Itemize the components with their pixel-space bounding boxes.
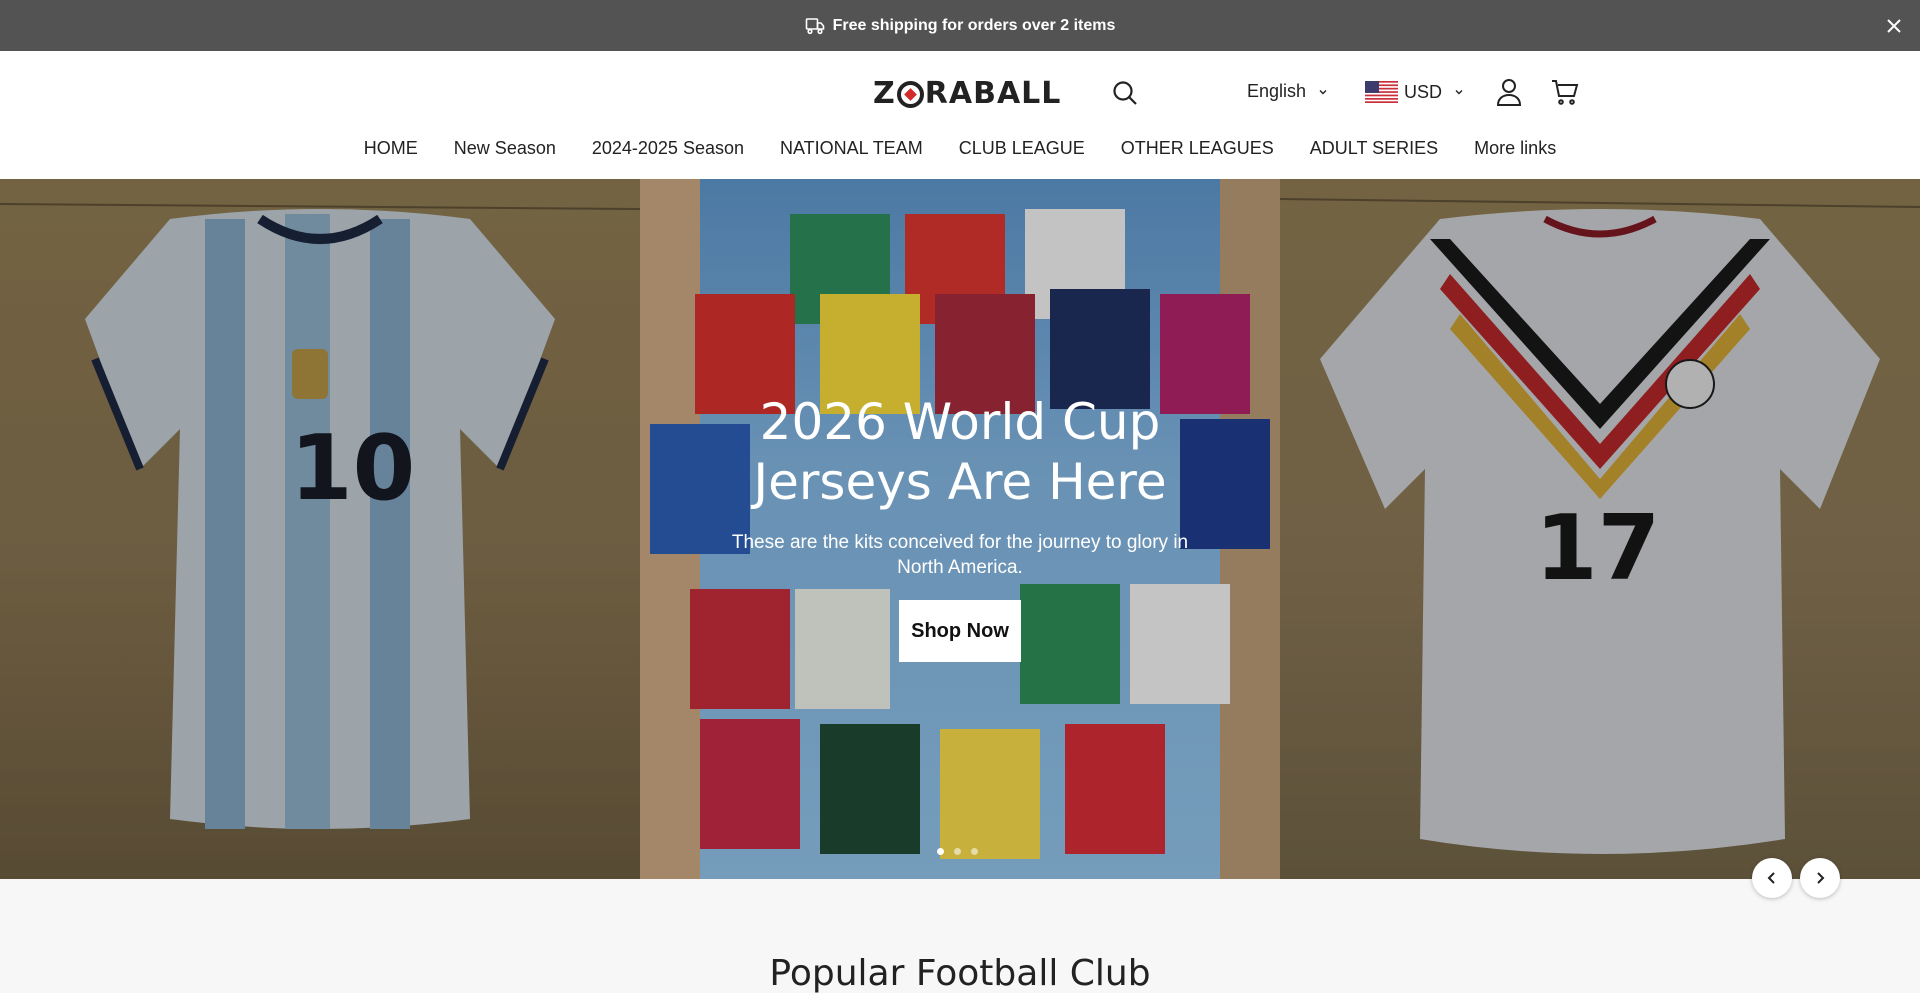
site-header: Z RABALL English USD HOME New Season 202… bbox=[0, 51, 1920, 179]
currency-selector[interactable]: USD bbox=[1365, 81, 1464, 103]
us-flag-icon bbox=[1365, 81, 1398, 103]
nav-item-2024-2025-season[interactable]: 2024-2025 Season bbox=[574, 138, 762, 159]
hero-title-line2: Jerseys Are Here bbox=[753, 453, 1167, 511]
logo-ball-icon bbox=[896, 80, 924, 108]
close-icon[interactable] bbox=[1882, 14, 1906, 38]
chevron-right-icon bbox=[1817, 872, 1825, 884]
hero-banner: 10 17 2026 World Cup Jerseys Are Here Th… bbox=[0, 179, 1920, 879]
cart-icon[interactable] bbox=[1550, 77, 1580, 107]
language-selector[interactable]: English bbox=[1247, 81, 1328, 102]
chevron-down-icon bbox=[1318, 87, 1328, 97]
hero-title-line1: 2026 World Cup bbox=[759, 393, 1161, 451]
main-nav: HOME New Season 2024-2025 Season NATIONA… bbox=[0, 138, 1920, 159]
slider-dot-1[interactable] bbox=[937, 848, 944, 855]
hero-content: 2026 World Cup Jerseys Are Here These ar… bbox=[640, 392, 1280, 662]
nav-item-new-season[interactable]: New Season bbox=[436, 138, 574, 159]
language-label: English bbox=[1247, 81, 1307, 101]
hero-image-right: 17 bbox=[1280, 179, 1920, 879]
nav-item-club-league[interactable]: CLUB LEAGUE bbox=[941, 138, 1103, 159]
nav-item-national-team[interactable]: NATIONAL TEAM bbox=[762, 138, 941, 159]
nav-item-adult-series[interactable]: ADULT SERIES bbox=[1292, 138, 1456, 159]
logo-text-end: RABALL bbox=[924, 75, 1062, 111]
shop-now-button[interactable]: Shop Now bbox=[899, 600, 1021, 662]
slider-dot-2[interactable] bbox=[954, 848, 961, 855]
hero-image-left: 10 bbox=[0, 179, 640, 879]
hero-title: 2026 World Cup Jerseys Are Here bbox=[640, 392, 1280, 512]
slider-dot-3[interactable] bbox=[971, 848, 978, 855]
section-title: Popular Football Club bbox=[769, 953, 1151, 993]
announcement-bar: Free shipping for orders over 2 items bbox=[0, 0, 1920, 51]
nav-item-other-leagues[interactable]: OTHER LEAGUES bbox=[1103, 138, 1292, 159]
currency-label: USD bbox=[1404, 81, 1443, 102]
hero-subtitle: These are the kits conceived for the jou… bbox=[731, 532, 1189, 578]
nav-item-home[interactable]: HOME bbox=[346, 138, 436, 159]
truck-icon bbox=[805, 17, 825, 35]
site-logo[interactable]: Z RABALL bbox=[873, 75, 1061, 111]
nav-item-more-links[interactable]: More links bbox=[1456, 138, 1574, 159]
chevron-left-icon bbox=[1767, 872, 1775, 884]
chevron-down-icon bbox=[1454, 87, 1464, 97]
slider-prev-button[interactable] bbox=[1752, 858, 1792, 898]
slider-next-button[interactable] bbox=[1800, 858, 1840, 898]
slider-dots bbox=[937, 848, 978, 855]
logo-text-start: Z bbox=[873, 75, 896, 111]
search-icon[interactable] bbox=[1110, 78, 1140, 108]
account-icon[interactable] bbox=[1494, 77, 1524, 107]
announcement-text: Free shipping for orders over 2 items bbox=[832, 16, 1116, 34]
